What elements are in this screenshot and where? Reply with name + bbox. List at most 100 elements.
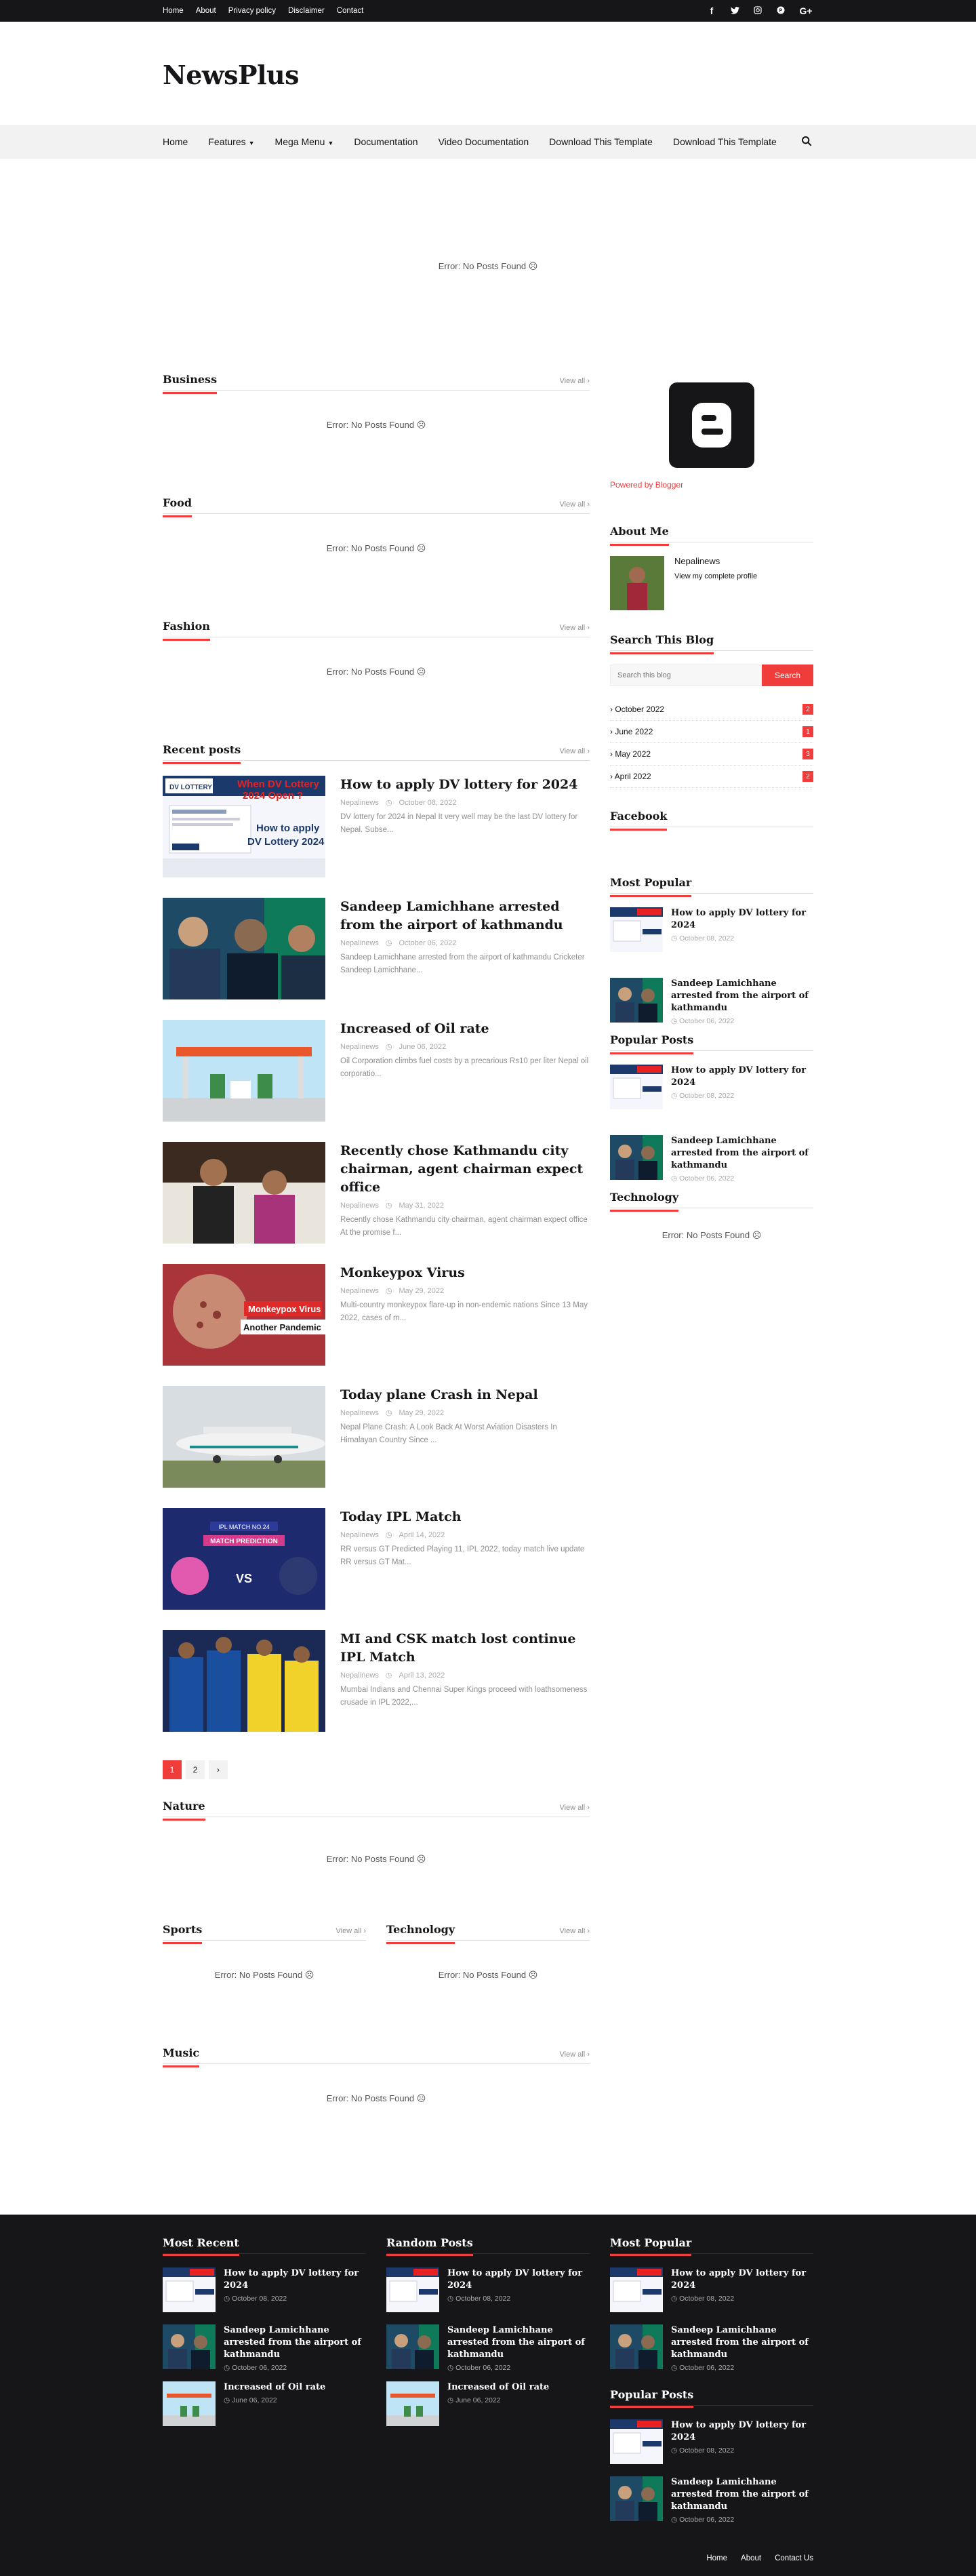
view-all-link[interactable]: View all › <box>560 500 590 509</box>
post-author[interactable]: Nepalinews <box>340 1531 379 1539</box>
footer-link-home[interactable]: Home <box>706 2554 727 2562</box>
archive-item[interactable]: › April 2022 2 <box>610 766 813 788</box>
post-title[interactable]: Today IPL Match <box>340 1508 590 1526</box>
section-title[interactable]: Technology <box>386 1923 455 1944</box>
post-author[interactable]: Nepalinews <box>340 799 379 807</box>
post-thumbnail[interactable] <box>163 2381 216 2426</box>
post-thumbnail[interactable] <box>163 2324 216 2369</box>
section-title[interactable]: Music <box>163 2046 200 2067</box>
footer-post-title[interactable]: Increased of Oil rate <box>447 2381 590 2394</box>
section-title[interactable]: Sports <box>163 1923 203 1944</box>
powered-by-link[interactable]: Powered by Blogger <box>610 480 813 490</box>
nav-download-template[interactable]: Download This Template <box>549 136 653 147</box>
section-title[interactable]: Fashion <box>163 620 210 641</box>
post-title[interactable]: Today plane Crash in Nepal <box>340 1386 590 1404</box>
archive-item[interactable]: › October 2022 2 <box>610 698 813 721</box>
post-thumbnail[interactable] <box>163 1142 325 1244</box>
post-author[interactable]: Nepalinews <box>340 1287 379 1295</box>
post-thumbnail[interactable] <box>610 1065 663 1109</box>
next-page-button[interactable]: › <box>209 1760 228 1779</box>
page-2-button[interactable]: 2 <box>186 1760 205 1779</box>
view-all-link[interactable]: View all › <box>560 1927 590 1935</box>
post-author[interactable]: Nepalinews <box>340 1043 379 1051</box>
pinterest-icon[interactable]: P <box>775 5 786 16</box>
google-plus-icon[interactable]: G+ <box>798 5 813 16</box>
post-thumbnail[interactable] <box>386 2381 439 2426</box>
post-title[interactable]: MI and CSK match lost continue IPL Match <box>340 1630 590 1667</box>
popular-post-title[interactable]: Sandeep Lamichhane arrested from the air… <box>671 1135 813 1172</box>
top-menu-home[interactable]: Home <box>163 7 184 15</box>
nav-mega-menu[interactable]: Mega Menu ▼ <box>275 136 334 147</box>
post-title[interactable]: How to apply DV lottery for 2024 <box>340 776 590 794</box>
search-input[interactable] <box>610 665 762 686</box>
post-thumbnail[interactable] <box>163 1630 325 1732</box>
nav-features[interactable]: Features ▼ <box>208 136 254 147</box>
post-thumbnail[interactable] <box>610 2324 663 2369</box>
page-1-button[interactable]: 1 <box>163 1760 182 1779</box>
view-all-link[interactable]: View all › <box>560 2050 590 2059</box>
post-thumbnail[interactable] <box>163 2267 216 2312</box>
footer-post-title[interactable]: How to apply DV lottery for 2024 <box>224 2267 366 2292</box>
post-title[interactable]: Increased of Oil rate <box>340 1020 590 1038</box>
post-title[interactable]: Monkeypox Virus <box>340 1264 590 1282</box>
footer-link-about[interactable]: About <box>741 2554 761 2562</box>
post-thumbnail[interactable] <box>386 2324 439 2369</box>
top-menu-disclaimer[interactable]: Disclaimer <box>288 7 325 15</box>
popular-post-title[interactable]: Sandeep Lamichhane arrested from the air… <box>671 978 813 1014</box>
popular-post-title[interactable]: How to apply DV lottery for 2024 <box>671 1065 813 1089</box>
search-button[interactable]: Search <box>762 665 813 686</box>
footer-post-title[interactable]: How to apply DV lottery for 2024 <box>671 2419 813 2444</box>
blogger-logo-icon[interactable] <box>669 382 754 468</box>
nav-video-documentation[interactable]: Video Documentation <box>439 136 529 147</box>
popular-post-title[interactable]: How to apply DV lottery for 2024 <box>671 907 813 932</box>
profile-link[interactable]: View my complete profile <box>674 572 757 580</box>
post-thumbnail[interactable] <box>610 2267 663 2312</box>
post-thumbnail[interactable] <box>163 1386 325 1488</box>
post-thumbnail[interactable] <box>610 2476 663 2521</box>
post-author[interactable]: Nepalinews <box>340 1671 379 1680</box>
post-thumbnail[interactable]: IPL MATCH NO.24 MATCH PREDICTION VS <box>163 1508 325 1610</box>
post-thumbnail[interactable]: DV LOTTERY When DV Lottery 2024 Open ? H… <box>163 776 325 877</box>
avatar[interactable] <box>610 556 664 610</box>
facebook-icon[interactable]: f <box>706 5 717 16</box>
top-menu-contact[interactable]: Contact <box>337 7 364 15</box>
post-title[interactable]: Sandeep Lamichhane arrested from the air… <box>340 898 590 934</box>
twitter-icon[interactable] <box>729 5 740 16</box>
footer-post-title[interactable]: How to apply DV lottery for 2024 <box>671 2267 813 2292</box>
post-thumbnail[interactable] <box>163 1020 325 1122</box>
top-menu-privacy[interactable]: Privacy policy <box>228 7 276 15</box>
view-all-link[interactable]: View all › <box>560 377 590 385</box>
footer-post-title[interactable]: Increased of Oil rate <box>224 2381 366 2394</box>
section-title[interactable]: Business <box>163 373 218 394</box>
view-all-link[interactable]: View all › <box>560 624 590 632</box>
instagram-icon[interactable] <box>752 5 763 16</box>
post-thumbnail[interactable] <box>610 2419 663 2464</box>
post-thumbnail[interactable] <box>386 2267 439 2312</box>
post-thumbnail[interactable] <box>163 898 325 999</box>
nav-documentation[interactable]: Documentation <box>354 136 418 147</box>
post-thumbnail[interactable]: Monkeypox Virus Another Pandemic <box>163 1264 325 1366</box>
view-all-link[interactable]: View all › <box>560 1804 590 1812</box>
view-all-link[interactable]: View all › <box>336 1927 366 1935</box>
post-thumbnail[interactable] <box>610 1135 663 1180</box>
archive-item[interactable]: › June 2022 1 <box>610 721 813 743</box>
footer-post-title[interactable]: Sandeep Lamichhane arrested from the air… <box>447 2324 590 2361</box>
footer-post-title[interactable]: Sandeep Lamichhane arrested from the air… <box>671 2324 813 2361</box>
top-menu-about[interactable]: About <box>196 7 216 15</box>
widget-title[interactable]: Technology <box>610 1191 679 1212</box>
profile-name[interactable]: Nepalinews <box>674 556 720 566</box>
view-all-link[interactable]: View all › <box>560 747 590 755</box>
archive-item[interactable]: › May 2022 3 <box>610 743 813 766</box>
post-thumbnail[interactable] <box>610 907 663 952</box>
footer-link-contact[interactable]: Contact Us <box>775 2554 813 2562</box>
section-title[interactable]: Nature <box>163 1800 205 1821</box>
footer-post-title[interactable]: Sandeep Lamichhane arrested from the air… <box>671 2476 813 2513</box>
post-thumbnail[interactable] <box>610 978 663 1023</box>
post-author[interactable]: Nepalinews <box>340 1202 379 1210</box>
post-title[interactable]: Recently chose Kathmandu city chairman, … <box>340 1142 590 1197</box>
section-title[interactable]: Food <box>163 496 192 517</box>
footer-post-title[interactable]: How to apply DV lottery for 2024 <box>447 2267 590 2292</box>
post-author[interactable]: Nepalinews <box>340 939 379 947</box>
nav-download-template-2[interactable]: Download This Template <box>673 136 777 147</box>
site-logo[interactable]: NewsPlus <box>163 60 300 90</box>
